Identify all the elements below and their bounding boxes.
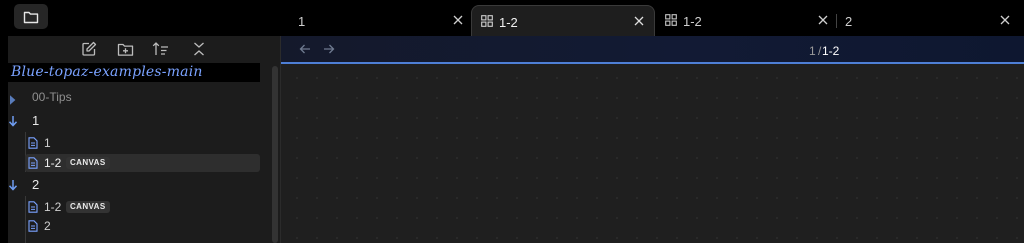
collapse-all-icon[interactable] <box>189 40 209 58</box>
vault-title[interactable]: Blue-topaz-examples-main <box>8 63 260 82</box>
tab-1-2-active[interactable]: 1-2 <box>471 5 655 36</box>
sidebar-scrollbar[interactable] <box>272 66 278 243</box>
folder-button[interactable] <box>14 4 48 29</box>
file-1-2-canvas[interactable]: 1-2 CANVAS <box>28 198 248 216</box>
note-icon <box>28 137 38 149</box>
tab-label: 1-2 <box>499 15 518 30</box>
close-icon[interactable] <box>631 13 647 29</box>
folder-2[interactable]: 2 <box>8 176 40 194</box>
tab-1-2[interactable]: 1-2 <box>656 5 836 36</box>
close-icon[interactable] <box>815 12 831 28</box>
file-1-2-canvas[interactable]: 1-2 CANVAS <box>28 154 248 172</box>
chevron-right-icon <box>10 95 16 105</box>
file-label: 1-2 <box>44 156 62 170</box>
arrow-left-icon[interactable] <box>298 42 312 56</box>
chevron-down-icon <box>8 116 18 127</box>
canvas-icon <box>665 14 677 29</box>
file-label: 1-2 <box>44 200 62 214</box>
file-1[interactable]: 1 <box>28 134 248 152</box>
new-note-icon[interactable] <box>79 40 99 58</box>
file-2[interactable]: 2 <box>28 217 248 235</box>
close-icon[interactable] <box>997 12 1013 28</box>
folder-label: 1 <box>32 113 40 128</box>
folder-label: 2 <box>32 177 40 192</box>
note-icon <box>28 201 38 213</box>
tab-1[interactable]: 1 <box>282 5 470 36</box>
breadcrumb-separator: / <box>818 44 822 58</box>
folder-icon <box>23 11 39 23</box>
tab-bar: 1 1-2 1-2 2 <box>0 0 1024 36</box>
breadcrumb-parent[interactable]: 1 <box>809 44 816 58</box>
folder-label: 00-Tips <box>32 90 72 104</box>
explorer-toolbar <box>8 36 281 62</box>
sort-icon[interactable] <box>151 40 171 58</box>
note-icon <box>28 220 38 232</box>
tab-label: 1-2 <box>683 14 702 29</box>
file-label: 2 <box>44 219 51 233</box>
folder-1[interactable]: 1 <box>8 112 40 130</box>
note-icon <box>28 157 38 169</box>
canvas-icon <box>481 15 493 30</box>
view-header: 1 / 1-2 <box>281 36 1024 64</box>
tab-2[interactable]: 2 <box>837 5 1024 36</box>
canvas-view[interactable]: 1 / 1-2 <box>281 36 1024 243</box>
indent-guide <box>25 196 26 243</box>
tab-label: 2 <box>845 14 853 29</box>
canvas-badge: CANVAS <box>66 201 110 213</box>
arrow-right-icon[interactable] <box>322 42 336 56</box>
tab-label: 1 <box>298 14 306 29</box>
file-explorer: Blue-topaz-examples-main 00-Tips 1 1 1-2… <box>8 36 281 243</box>
canvas-badge: CANVAS <box>66 157 110 169</box>
breadcrumb-current[interactable]: 1-2 <box>822 44 839 58</box>
close-icon[interactable] <box>450 12 466 28</box>
file-label: 1 <box>44 136 51 150</box>
folder-00-tips[interactable]: 00-Tips <box>10 88 72 106</box>
new-folder-icon[interactable] <box>115 40 135 58</box>
chevron-down-icon <box>8 180 18 191</box>
